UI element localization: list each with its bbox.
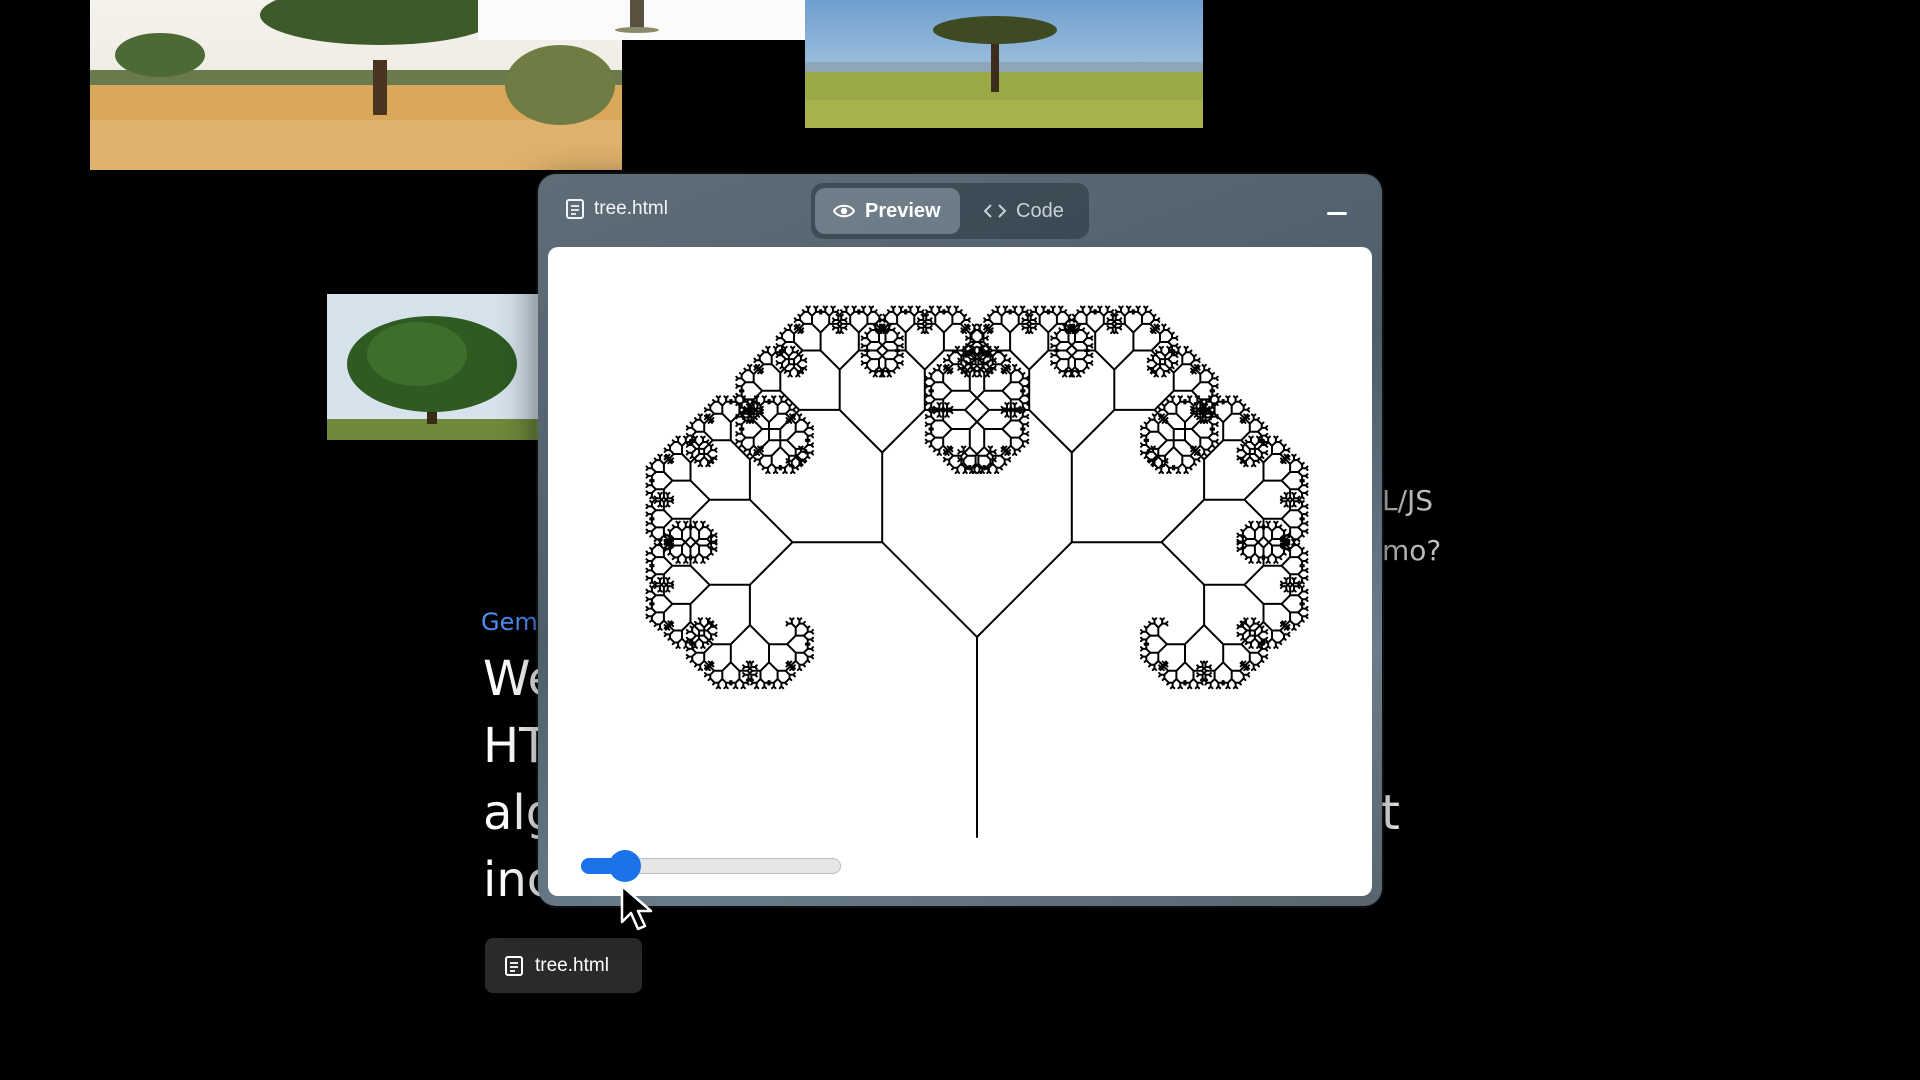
fractal-tree [645, 305, 1309, 838]
window-title: tree.html [566, 198, 668, 220]
code-brackets-icon [984, 204, 1006, 218]
background-text-fragment: mo? [1382, 534, 1442, 567]
gemini-label: Gemi [481, 608, 545, 636]
preview-window: tree.html Preview Code [538, 174, 1382, 906]
view-toggle: Preview Code [811, 183, 1089, 239]
oak-tree-photo [327, 294, 538, 440]
document-icon [505, 955, 523, 976]
minimize-button[interactable] [1322, 198, 1352, 228]
depth-slider[interactable] [581, 850, 841, 882]
document-icon [566, 199, 584, 219]
tab-preview[interactable]: Preview [815, 188, 960, 234]
tab-code[interactable]: Code [966, 188, 1084, 234]
minimize-icon [1327, 211, 1347, 215]
acacia-plain-photo [805, 0, 1203, 128]
tree-trunk-photo [478, 0, 805, 40]
prompt-text-fragment: t [1381, 785, 1400, 841]
background-text-fragment: L/JS [1382, 484, 1434, 517]
slider-thumb[interactable] [609, 850, 642, 882]
mouse-cursor-icon [620, 884, 653, 931]
tab-preview-label: Preview [865, 199, 941, 222]
window-title-label: tree.html [594, 198, 668, 219]
attachment-chip[interactable]: tree.html [485, 938, 642, 993]
eye-icon [833, 204, 855, 218]
tree-branches [645, 305, 1309, 838]
attachment-label: tree.html [535, 954, 609, 976]
preview-canvas [548, 247, 1372, 896]
tab-code-label: Code [1016, 199, 1064, 222]
